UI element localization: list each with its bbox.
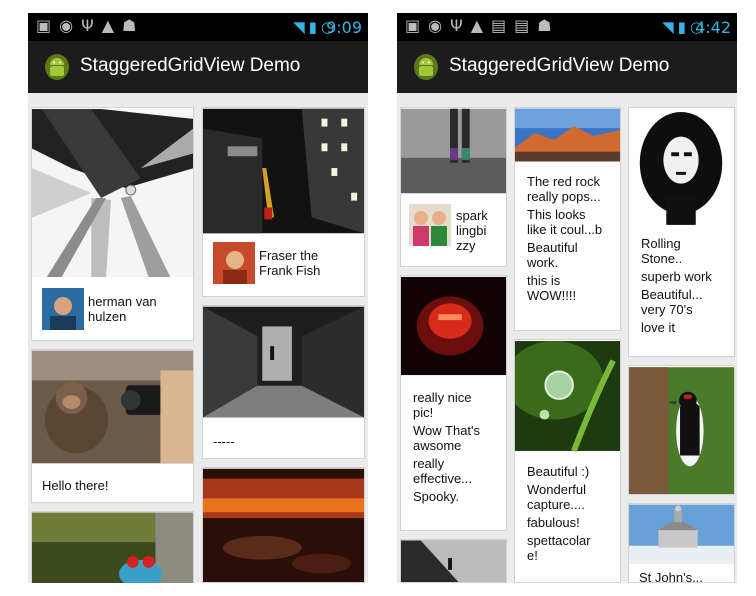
android-debug-icon: ☗ <box>122 16 137 35</box>
gallery-icon: ▣ <box>405 16 421 35</box>
action-bar: StaggeredGridView Demo <box>397 41 737 93</box>
grid-card[interactable] <box>400 539 507 583</box>
card-caption: Hello there! <box>42 478 109 493</box>
phone-screen-right: ▣ ◉ Ψ ▲ ▤ ▤ ☗ ◥ ▮ ○ 4:42 StaggeredGridVi… <box>397 13 737 583</box>
battery-icon: ▮ <box>308 18 317 36</box>
comment-text: This looks like it coul...b <box>527 207 603 237</box>
sync-icon: ◉ <box>59 16 74 35</box>
android-logo-icon <box>45 54 69 80</box>
comment-text: Wonderful capture.... <box>527 482 587 512</box>
comment-text: spettacolar e! <box>527 533 591 563</box>
church-snow-photo <box>629 504 734 564</box>
warning-icon: ▲ <box>470 16 483 35</box>
wifi-icon: ◥ <box>662 18 674 36</box>
comment-text: Spooky. <box>413 489 460 504</box>
comment-text: really nice pic! <box>413 390 472 420</box>
comment-text: Rolling Stone.. <box>641 236 683 266</box>
comment-text: this is WOW!!!! <box>527 273 577 303</box>
notification-icons: ▣ ◉ Ψ ▲ ▤ ▤ ☗ <box>405 16 552 36</box>
comment-text: Wow That's awsome <box>413 423 481 453</box>
avatar <box>42 288 84 330</box>
alley-photo <box>203 306 364 418</box>
grid-card[interactable]: herman van hulzen <box>31 107 194 341</box>
comment-text: love it <box>641 320 675 335</box>
sync-icon: ◉ <box>428 16 443 35</box>
night-train-photo <box>203 108 364 234</box>
comment-text: Beautiful... very 70's <box>641 287 703 317</box>
card-caption: herman van hulzen <box>88 294 157 324</box>
avatar <box>409 204 451 246</box>
battery-icon: ▮ <box>677 18 686 36</box>
grid-card[interactable]: Beautiful :) Wonderful capture.... fabul… <box>514 339 621 583</box>
comment-text: The red rock really pops... <box>527 174 601 204</box>
water-drop-photo <box>515 341 620 452</box>
android-logo-icon <box>414 54 438 80</box>
rolling-stone-portrait-photo <box>629 109 734 225</box>
card-caption: spark lingbi zzy <box>456 208 488 253</box>
grid-card[interactable] <box>628 365 735 495</box>
android-debug-icon: ☗ <box>537 16 552 35</box>
status-clock: 9:09 <box>326 18 362 37</box>
app-title: StaggeredGridView Demo <box>80 55 301 76</box>
app-title: StaggeredGridView Demo <box>449 55 670 76</box>
wifi-icon: ◥ <box>293 18 305 36</box>
status-bar: ▣ ◉ Ψ ▲ ☗ ◥ ▮ ○ 9:09 <box>28 13 368 41</box>
gallery-icon: ▣ <box>36 16 52 35</box>
download-icon: ▤ <box>491 16 507 35</box>
action-bar: StaggeredGridView Demo <box>28 41 368 93</box>
warning-icon: ▲ <box>101 16 114 35</box>
sunset-rocks-photo <box>203 468 364 582</box>
comment-text: really effective... <box>413 456 473 486</box>
monkey-camera-photo <box>32 350 193 464</box>
red-glow-photo <box>401 276 506 376</box>
grid-card[interactable]: The red rock really pops... This looks l… <box>514 107 621 331</box>
rainy-legs-photo <box>401 108 506 194</box>
comment-text: superb work <box>641 269 712 284</box>
avatar <box>213 242 255 284</box>
status-bar: ▣ ◉ Ψ ▲ ▤ ▤ ☗ ◥ ▮ ○ 4:42 <box>397 13 737 41</box>
comment-text: Beautiful :) <box>527 464 590 479</box>
ceiling-pillars-photo <box>32 109 193 277</box>
comment-text: fabulous! <box>527 515 580 530</box>
grid-card[interactable] <box>31 511 194 583</box>
red-rock-landscape-photo <box>515 108 620 162</box>
frog-photo <box>32 512 193 583</box>
card-comments: really nice pic! Wow That's awsome reall… <box>413 390 480 507</box>
card-comments: Rolling Stone.. superb work Beautiful...… <box>641 236 712 338</box>
grid-card[interactable]: ----- <box>202 305 365 459</box>
grid-card[interactable]: spark lingbi zzy <box>400 107 507 267</box>
staggered-grid[interactable]: herman van hulzen Hello there! Fraser th… <box>28 93 368 583</box>
notification-icons: ▣ ◉ Ψ ▲ ☗ <box>36 16 136 36</box>
staggered-grid[interactable]: spark lingbi zzy really nice pic! Wow Th… <box>397 93 737 583</box>
grid-card[interactable]: Hello there! <box>31 349 194 503</box>
grid-card[interactable]: St John's... <box>628 503 735 583</box>
card-caption: St John's... <box>639 570 703 583</box>
grid-card[interactable]: Rolling Stone.. superb work Beautiful...… <box>628 107 735 357</box>
usb-icon: Ψ <box>81 16 94 35</box>
card-caption: ----- <box>213 434 235 449</box>
status-clock: 4:42 <box>695 18 731 37</box>
usb-icon: Ψ <box>450 16 463 35</box>
grid-card[interactable] <box>202 467 365 583</box>
phone-screen-left: ▣ ◉ Ψ ▲ ☗ ◥ ▮ ○ 9:09 StaggeredGridView D… <box>28 13 368 583</box>
grid-card[interactable]: Fraser the Frank Fish <box>202 107 365 297</box>
comment-text: Beautiful work. <box>527 240 578 270</box>
card-caption: Fraser the Frank Fish <box>259 248 321 278</box>
dark-street-photo <box>401 540 506 582</box>
woodpecker-photo <box>629 367 734 494</box>
card-comments: The red rock really pops... This looks l… <box>527 174 602 306</box>
card-comments: Beautiful :) Wonderful capture.... fabul… <box>527 464 591 566</box>
grid-card[interactable]: really nice pic! Wow That's awsome reall… <box>400 275 507 531</box>
download-icon: ▤ <box>514 16 530 35</box>
